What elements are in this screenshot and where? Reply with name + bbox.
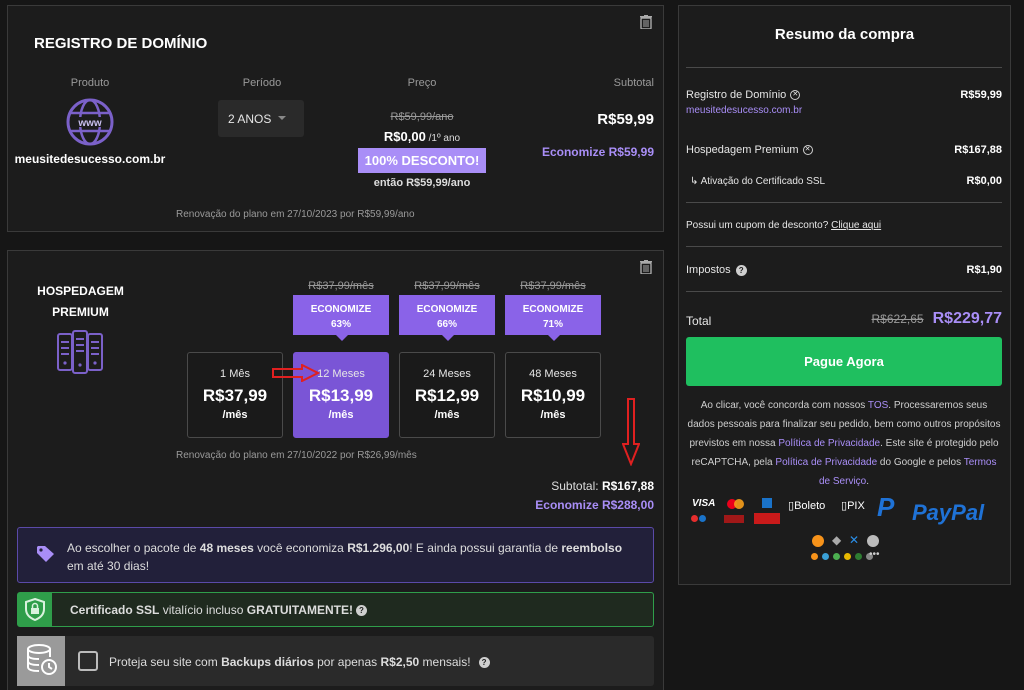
tag-icon (37, 546, 54, 562)
litecoin-icon (867, 535, 879, 547)
paypal-logo: PayPal (912, 500, 985, 525)
trash-icon[interactable] (640, 15, 652, 29)
svg-text:www: www (77, 118, 102, 129)
coupon-link[interactable]: Clique aqui (831, 220, 881, 231)
domain-renewal: Renovação do plano em 27/10/2023 por R$5… (176, 209, 415, 220)
ethereum-icon: ◆ (832, 533, 842, 547)
hosting-renewal: Renovação do plano em 27/10/2022 por R$2… (176, 450, 417, 461)
domain-old-price: R$59,99/ano (390, 111, 454, 123)
save-badge: ECONOMIZE 66% (399, 295, 495, 341)
col-period: Período (242, 77, 282, 89)
summary-item-ssl-price: R$0,00 (966, 175, 1002, 187)
help-icon[interactable]: ? (355, 605, 367, 617)
crypto-icon (844, 553, 851, 560)
help-icon[interactable]: ? (478, 657, 490, 669)
domain-name: meusitedesucesso.com.br (14, 152, 166, 166)
divider (686, 202, 1002, 203)
divider (686, 67, 1002, 68)
plan-option-24[interactable]: 24 Meses R$12,99/mês (399, 352, 495, 438)
database-backup-icon (27, 644, 57, 675)
card-logo (691, 515, 698, 522)
ssl-text: Certificado SSL vitalício incluso GRATUI… (70, 603, 367, 617)
col-price: Preço (407, 77, 437, 89)
arrow-right-icon (272, 364, 320, 382)
more-icon: ••• (869, 549, 880, 560)
divider (686, 291, 1002, 292)
crypto-icon (811, 553, 818, 560)
divider (686, 246, 1002, 247)
backup-text: Proteja seu site com Backups diários por… (109, 655, 490, 669)
domain-economize: Economize R$59,99 (541, 145, 654, 159)
privacy-link[interactable]: Política de Privacidade (775, 457, 877, 468)
server-icon (57, 330, 103, 374)
promo-text: Ao escolher o pacote de 48 meses você ec… (67, 541, 623, 573)
boleto-logo: ▯Boleto (788, 500, 826, 512)
mastercard-logo (734, 499, 744, 509)
plan-option-48[interactable]: 48 Meses R$10,99/mês (505, 352, 601, 438)
backup-checkbox[interactable] (78, 651, 98, 671)
domain-subtotal: R$59,99 (597, 111, 654, 128)
summary-item-hosting-price: R$167,88 (954, 144, 1002, 156)
card-logo (762, 498, 772, 508)
visa-logo: VISA (692, 498, 716, 509)
hosting-economize: Economize R$288,00 (535, 498, 654, 512)
crypto-icon (822, 553, 829, 560)
hosting-subtotal: Subtotal: R$167,88 (551, 479, 654, 493)
save-badge: ECONOMIZE 63% (293, 295, 389, 341)
privacy-link[interactable]: Política de Privacidade (778, 438, 880, 449)
domain-title: REGISTRO DE DOMÍNIO (34, 35, 208, 52)
card-logo (699, 515, 706, 522)
pay-now-button[interactable]: Pague Agora (686, 337, 1002, 386)
domain-then: então R$59,99/ano (373, 177, 471, 189)
pix-logo: ▯PIX (841, 500, 865, 512)
period-value: 2 ANOS (228, 112, 272, 126)
taxes-price: R$1,90 (966, 264, 1002, 276)
save-badge: ECONOMIZE 71% (505, 295, 601, 341)
domain-price: R$0,00 /1º ano (383, 129, 461, 144)
col-product: Produto (70, 77, 110, 89)
ripple-icon: ✕ (849, 533, 860, 547)
arrow-down-icon (622, 398, 640, 466)
period-select[interactable]: 2 ANOS (218, 100, 304, 137)
col-subtotal: Subtotal (613, 77, 654, 89)
globe-icon: www (66, 98, 114, 146)
legal-text: Ao clicar, você concorda com nossos TOS.… (687, 400, 1001, 487)
caret-down-icon (278, 116, 286, 120)
plan-old-price: R$37,99/mês (520, 280, 586, 292)
plan-old-price: R$37,99/mês (308, 280, 374, 292)
summary-item-domain-price: R$59,99 (960, 89, 1002, 101)
crypto-icon (855, 553, 862, 560)
crypto-icon (833, 553, 840, 560)
total-price: R$622,65 R$229,77 (871, 310, 1003, 327)
shield-lock-icon (25, 598, 45, 621)
card-logo (754, 513, 780, 524)
paypal-icon: P (877, 492, 895, 522)
coupon-row: Possui um cupom de desconto? Clique aqui (686, 220, 882, 231)
summary-item-domain-sub: meusitedesucesso.com.br (686, 105, 803, 116)
tos-link[interactable]: TOS (868, 400, 888, 411)
discount-badge: 100% DESCONTO! (358, 148, 486, 173)
plan-old-price: R$37,99/mês (414, 280, 480, 292)
summary-title: Resumo da compra (774, 26, 915, 43)
hosting-title: HOSPEDAGEM PREMIUM (37, 284, 124, 319)
plan-option-1[interactable]: 1 Mês R$37,99/mês (187, 352, 283, 438)
bitcoin-icon (812, 535, 824, 547)
trash-icon[interactable] (640, 260, 652, 274)
card-logo (724, 515, 744, 523)
